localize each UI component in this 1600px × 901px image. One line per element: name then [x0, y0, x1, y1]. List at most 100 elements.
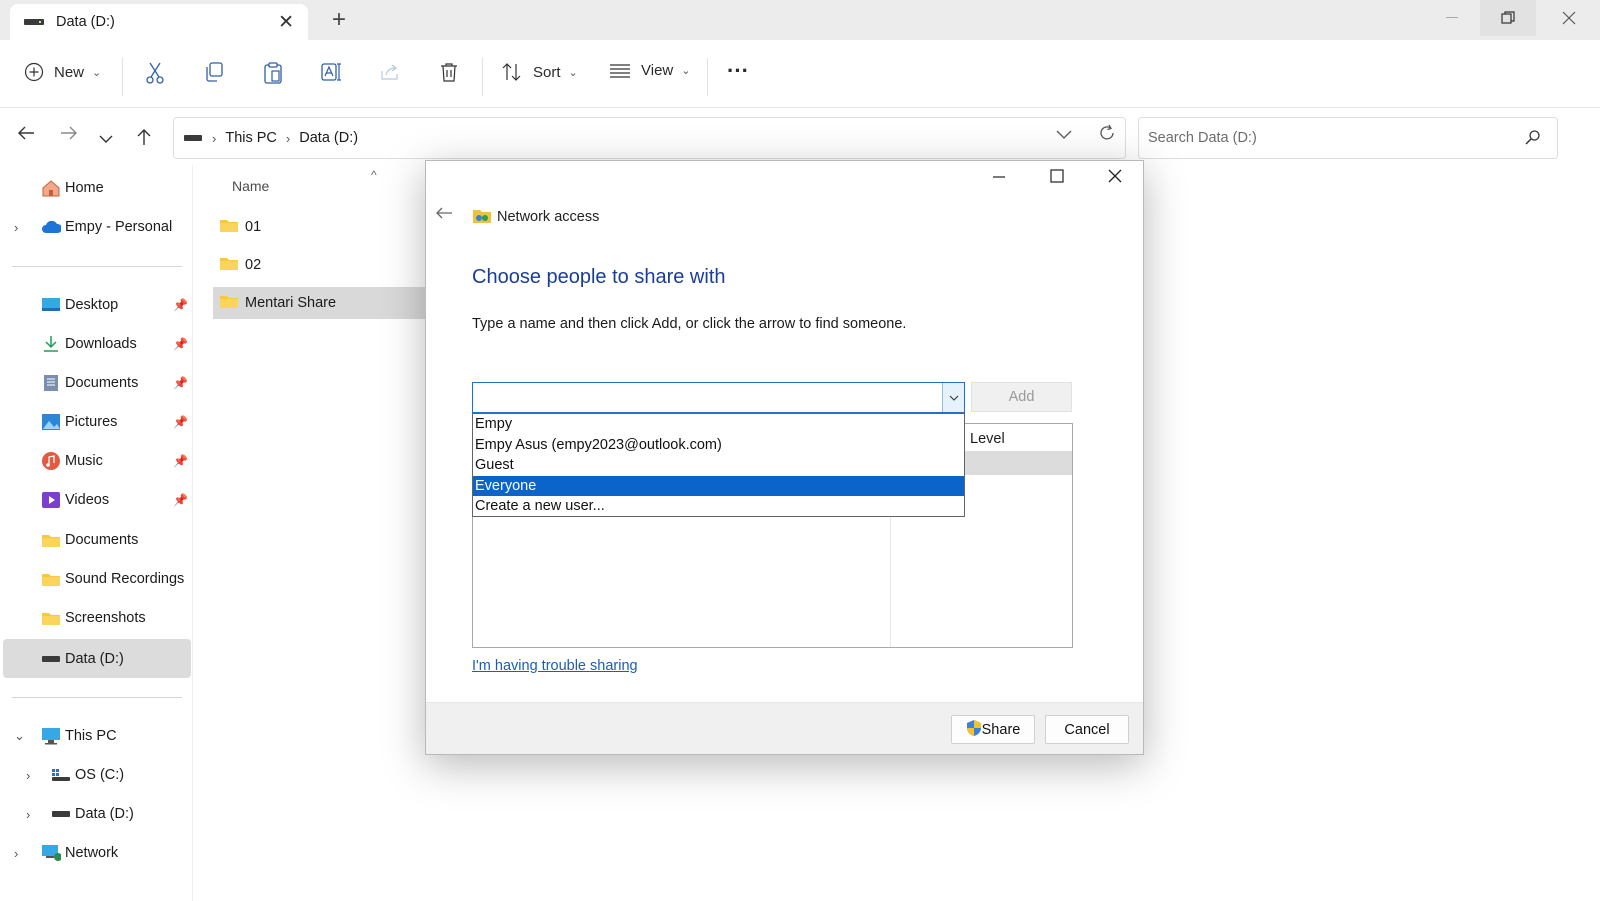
chevron-right-icon[interactable]: ›: [14, 846, 18, 861]
this-pc-icon: [41, 727, 61, 745]
more-options-button[interactable]: ···: [727, 58, 749, 84]
address-history-chevron-icon[interactable]: [1056, 126, 1072, 142]
chevron-right-icon[interactable]: ›: [26, 807, 30, 822]
chevron-down-icon[interactable]: [942, 383, 964, 412]
file-name: Mentari Share: [245, 295, 337, 311]
sidebar-item-network[interactable]: › Network: [0, 836, 193, 870]
sort-icon: [501, 62, 523, 82]
sidebar-item-data-d[interactable]: Data (D:): [3, 639, 191, 678]
file-row-01[interactable]: 01: [213, 211, 428, 243]
close-tab-icon[interactable]: ✕: [278, 11, 294, 34]
sidebar-item-documents-folder[interactable]: Documents: [0, 523, 193, 557]
pin-icon[interactable]: 📌: [173, 415, 188, 429]
sidebar-item-label: Sound Recordings: [65, 571, 185, 587]
pin-icon[interactable]: 📌: [173, 376, 188, 390]
breadcrumb-data-d[interactable]: Data (D:): [299, 130, 358, 146]
dialog-minimize-button[interactable]: [992, 167, 1006, 188]
dropdown-option-create-user[interactable]: Create a new user...: [473, 496, 964, 517]
sidebar-item-label: Network: [65, 845, 119, 861]
search-placeholder: Search Data (D:): [1148, 130, 1257, 146]
sidebar-item-os-c[interactable]: › OS (C:): [0, 758, 193, 792]
breadcrumb-this-pc[interactable]: This PC: [225, 130, 277, 146]
sidebar-item-music[interactable]: Music 📌: [0, 444, 193, 478]
sidebar-item-label: OS (C:): [75, 767, 125, 783]
pin-icon[interactable]: 📌: [173, 337, 188, 351]
dropdown-option-guest[interactable]: Guest: [473, 455, 964, 476]
new-button[interactable]: New ⌄: [24, 62, 101, 82]
pin-icon[interactable]: 📌: [173, 298, 188, 312]
user-name-combobox[interactable]: [472, 382, 965, 413]
chevron-down-icon[interactable]: ⌄: [14, 728, 25, 744]
dropdown-option-everyone[interactable]: Everyone: [473, 475, 964, 496]
up-icon[interactable]: [136, 128, 152, 151]
sidebar-item-videos[interactable]: Videos 📌: [0, 483, 193, 517]
sidebar-item-sound-recordings[interactable]: Sound Recordings: [0, 562, 193, 596]
toolbar-divider: [707, 58, 708, 96]
sidebar-item-data-d-pc[interactable]: › Data (D:): [0, 797, 193, 831]
refresh-icon[interactable]: [1098, 124, 1116, 148]
sort-button[interactable]: Sort ⌄: [501, 62, 578, 82]
dialog-back-icon[interactable]: [435, 204, 453, 225]
column-header-level[interactable]: Level: [970, 431, 1005, 447]
sidebar-divider: [12, 697, 182, 698]
cut-button[interactable]: [145, 62, 165, 84]
chevron-right-icon[interactable]: ›: [26, 768, 30, 783]
sidebar-item-label: Data (D:): [65, 650, 124, 667]
network-share-icon: [472, 206, 492, 228]
restore-button[interactable]: [1480, 0, 1536, 36]
search-icon[interactable]: [1525, 129, 1541, 149]
toolbar-divider: [122, 58, 123, 96]
sidebar-divider: [12, 266, 182, 267]
sidebar-item-documents[interactable]: Documents 📌: [0, 366, 193, 400]
pin-icon[interactable]: 📌: [173, 454, 188, 468]
dialog-close-button[interactable]: [1108, 167, 1122, 188]
desktop-icon: [41, 296, 61, 314]
title-bar: Data (D:) ✕ +: [0, 0, 1600, 40]
pin-icon[interactable]: 📌: [173, 493, 188, 507]
view-button[interactable]: View ⌄: [609, 62, 690, 79]
delete-button[interactable]: [440, 62, 458, 82]
close-window-button[interactable]: [1541, 0, 1597, 36]
search-input[interactable]: Search Data (D:): [1138, 117, 1558, 159]
new-tab-button[interactable]: +: [332, 6, 346, 34]
back-icon[interactable]: [17, 125, 35, 146]
tab-data-d[interactable]: Data (D:) ✕: [10, 4, 308, 40]
music-icon: [41, 452, 61, 470]
dropdown-option-empy[interactable]: Empy: [473, 414, 964, 435]
share-button[interactable]: [380, 62, 400, 82]
column-header-name[interactable]: Name: [232, 178, 269, 194]
trouble-sharing-link[interactable]: I'm having trouble sharing: [472, 658, 638, 674]
copy-button[interactable]: [204, 62, 224, 82]
rename-icon: [321, 62, 343, 82]
sort-ascending-icon: ^: [371, 168, 377, 182]
dialog-title: Choose people to share with: [472, 266, 726, 288]
add-button[interactable]: Add: [971, 382, 1072, 412]
sidebar-item-screenshots[interactable]: Screenshots: [0, 601, 193, 635]
file-row-mentari-share[interactable]: Mentari Share: [213, 287, 428, 319]
delete-icon: [440, 62, 458, 82]
cancel-button[interactable]: Cancel: [1045, 715, 1129, 744]
sidebar-item-label: Screenshots: [65, 610, 146, 626]
sidebar-item-pictures[interactable]: Pictures 📌: [0, 405, 193, 439]
rename-button[interactable]: [321, 62, 343, 82]
chevron-right-icon[interactable]: ›: [14, 220, 18, 235]
sidebar-item-home[interactable]: Home: [0, 171, 193, 205]
sidebar-item-onedrive[interactable]: › Empy - Personal: [0, 210, 193, 244]
sidebar-item-this-pc[interactable]: ⌄ This PC: [0, 719, 193, 753]
folder-icon: [219, 217, 239, 237]
sidebar-item-downloads[interactable]: Downloads 📌: [0, 327, 193, 361]
dialog-maximize-button[interactable]: [1050, 167, 1064, 188]
address-bar[interactable]: › This PC › Data (D:): [173, 117, 1126, 159]
paste-button[interactable]: [263, 62, 283, 84]
file-row-02[interactable]: 02: [213, 249, 428, 281]
dropdown-option-empy-asus[interactable]: Empy Asus (empy2023@outlook.com): [473, 435, 964, 456]
minimize-button[interactable]: [1424, 0, 1480, 36]
breadcrumb-separator: ›: [212, 130, 217, 146]
sidebar-item-label: This PC: [65, 728, 117, 744]
table-row[interactable]: [962, 451, 1072, 475]
sidebar-item-desktop[interactable]: Desktop 📌: [0, 288, 193, 322]
share-button[interactable]: Share: [951, 715, 1035, 744]
recent-locations-chevron-icon[interactable]: [99, 128, 113, 149]
forward-icon[interactable]: [60, 125, 78, 146]
folder-icon: [219, 293, 239, 313]
